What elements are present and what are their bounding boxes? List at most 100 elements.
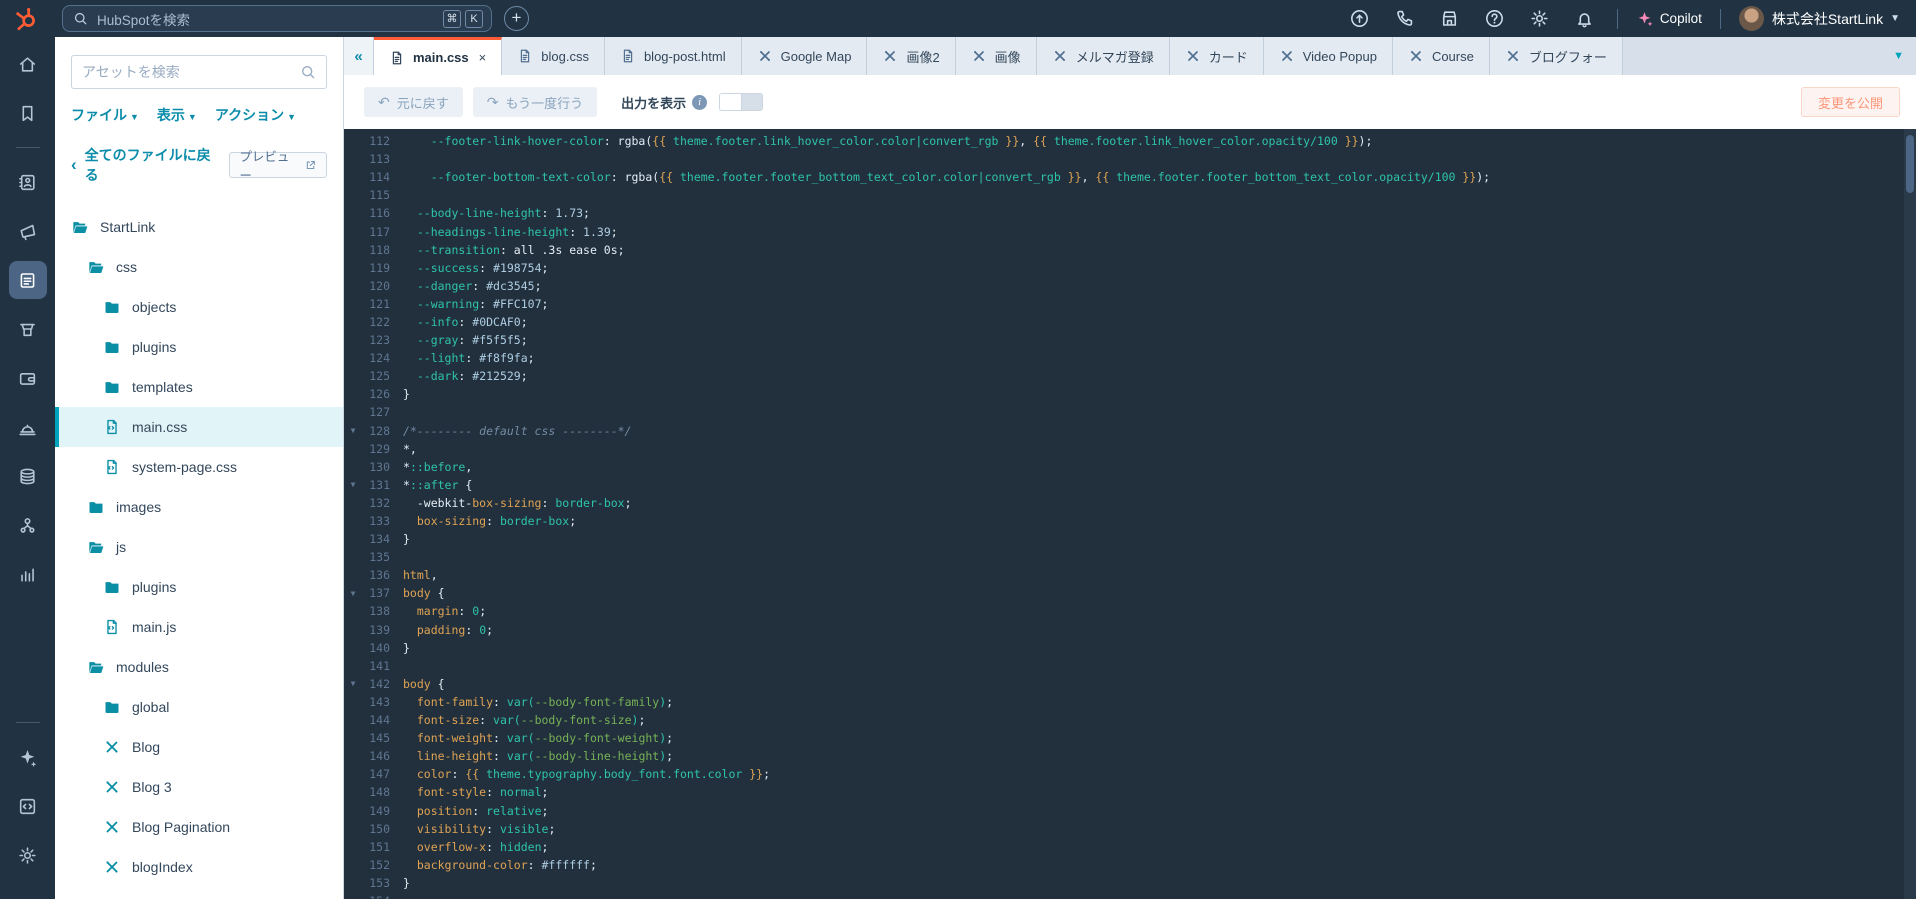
line-number: 153 [362, 876, 390, 890]
collapse-sidebar-button[interactable]: « [344, 37, 374, 75]
line-number: 132 [362, 496, 390, 510]
tree-item-js[interactable]: js [55, 527, 343, 567]
automation-nav-icon[interactable] [9, 506, 47, 544]
tab-画像2[interactable]: 画像2 [867, 37, 955, 75]
settings-icon[interactable] [1529, 8, 1550, 29]
code-line-145: 145 font-weight: var(--body-font-weight)… [344, 729, 1916, 747]
fold-toggle-icon[interactable]: ▼ [344, 589, 362, 598]
tree-item-plugins[interactable]: plugins [55, 567, 343, 607]
tab-blog-post.html[interactable]: blog-post.html [605, 37, 742, 75]
show-output-toggle[interactable] [719, 93, 763, 111]
tab-blog.css[interactable]: blog.css [502, 37, 605, 75]
menu-view[interactable]: 表示▼ [157, 105, 197, 125]
menu-file[interactable]: ファイル▼ [71, 105, 139, 125]
tab-Course[interactable]: Course [1393, 37, 1490, 75]
tab-カード[interactable]: カード [1170, 37, 1264, 75]
tab-ブログフォー[interactable]: ブログフォー [1490, 37, 1623, 75]
close-tab-icon[interactable]: × [479, 50, 487, 65]
asset-search-input[interactable]: アセットを検索 [71, 55, 327, 89]
line-number: 138 [362, 604, 390, 618]
tab-overflow-caret-icon[interactable]: ▼ [1881, 50, 1916, 62]
info-icon[interactable]: i [692, 95, 707, 110]
tree-item-blogIndex[interactable]: blogIndex [55, 847, 343, 887]
tab-Video Popup[interactable]: Video Popup [1264, 37, 1393, 75]
undo-button[interactable]: ↶ 元に戻す [364, 87, 463, 117]
tree-item-Brand Logo[interactable]: Brand Logo [55, 887, 343, 899]
create-button[interactable]: + [504, 6, 529, 31]
line-number: 145 [362, 731, 390, 745]
account-menu[interactable]: 株式会社StartLink ▼ [1739, 6, 1900, 31]
global-search-input[interactable]: HubSpotを検索 ⌘ K [62, 5, 492, 32]
tree-item-Blog[interactable]: Blog [55, 727, 343, 767]
code-lines: 112 --footer-link-hover-color: rgba({{ t… [344, 132, 1916, 899]
service-nav-icon[interactable] [9, 408, 47, 446]
tab-Google Map[interactable]: Google Map [742, 37, 868, 75]
folder-icon [103, 698, 121, 716]
folder-open-icon [87, 538, 105, 556]
module-icon [103, 738, 121, 756]
preview-button[interactable]: プレビュー [229, 152, 327, 178]
content-nav-icon[interactable] [9, 261, 47, 299]
ai-nav-icon[interactable] [9, 738, 47, 776]
gear-nav-icon[interactable] [9, 836, 47, 874]
back-to-all-files-link[interactable]: 全てのファイルに戻る [85, 145, 222, 185]
development-nav-icon[interactable] [9, 787, 47, 825]
tab-メルマガ登録[interactable]: メルマガ登録 [1037, 37, 1170, 75]
fold-toggle-icon[interactable]: ▼ [344, 480, 362, 489]
tree-item-StartLink[interactable]: StartLink [55, 207, 343, 247]
tree-item-css[interactable]: css [55, 247, 343, 287]
code-line-147: 147 color: {{ theme.typography.body_font… [344, 765, 1916, 783]
code-text: /*-------- default css --------*/ [403, 424, 631, 438]
line-number: 143 [362, 695, 390, 709]
copilot-button[interactable]: Copilot [1636, 10, 1702, 27]
tree-item-main.css[interactable]: main.css [55, 407, 343, 447]
hubspot-logo-icon[interactable] [14, 6, 40, 32]
calling-icon[interactable] [1394, 8, 1415, 29]
tab-画像[interactable]: 画像 [956, 37, 1037, 75]
fold-toggle-icon[interactable]: ▼ [344, 426, 362, 435]
tree-item-label: templates [132, 379, 193, 395]
publish-changes-button[interactable]: 変更を公開 [1801, 87, 1900, 117]
topbar: HubSpotを検索 ⌘ K + Copilot [0, 0, 1916, 37]
line-number: 148 [362, 785, 390, 799]
tab-main.css[interactable]: main.css× [374, 37, 502, 75]
code-line-132: 132 -webkit-box-sizing: border-box; [344, 494, 1916, 512]
line-number: 125 [362, 369, 390, 383]
contacts-nav-icon[interactable] [9, 163, 47, 201]
reporting-nav-icon[interactable] [9, 555, 47, 593]
tree-item-system-page.css[interactable]: system-page.css [55, 447, 343, 487]
tree-item-global[interactable]: global [55, 687, 343, 727]
tree-item-label: Blog Pagination [132, 819, 230, 835]
marketing-nav-icon[interactable] [9, 212, 47, 250]
code-text: body { [403, 677, 445, 691]
help-icon[interactable] [1484, 8, 1505, 29]
chevron-down-icon: ▼ [188, 112, 197, 122]
tree-item-main.js[interactable]: main.js [55, 607, 343, 647]
code-line-143: 143 font-family: var(--body-font-family)… [344, 693, 1916, 711]
tree-item-Blog 3[interactable]: Blog 3 [55, 767, 343, 807]
tree-item-Blog Pagination[interactable]: Blog Pagination [55, 807, 343, 847]
code-text: font-size: var(--body-font-size); [403, 713, 645, 727]
bookmark-nav-icon[interactable] [9, 94, 47, 132]
code-editor[interactable]: 112 --footer-link-hover-color: rgba({{ t… [344, 129, 1916, 899]
fold-toggle-icon[interactable]: ▼ [344, 679, 362, 688]
tree-item-images[interactable]: images [55, 487, 343, 527]
editor-scrollbar-thumb[interactable] [1906, 135, 1914, 193]
home-nav-icon[interactable] [9, 45, 47, 83]
topbar-divider [1617, 9, 1618, 29]
tree-item-objects[interactable]: objects [55, 287, 343, 327]
commerce-nav-icon[interactable] [9, 310, 47, 348]
redo-button[interactable]: ↷ もう一度行う [473, 87, 597, 117]
notifications-icon[interactable] [1574, 8, 1595, 29]
tree-item-plugins[interactable]: plugins [55, 327, 343, 367]
redo-icon: ↷ [487, 94, 499, 111]
tree-item-modules[interactable]: modules [55, 647, 343, 687]
menu-actions[interactable]: アクション▼ [215, 105, 296, 125]
tree-item-templates[interactable]: templates [55, 367, 343, 407]
payments-nav-icon[interactable] [9, 359, 47, 397]
code-line-130: 130*::before, [344, 458, 1916, 476]
data-nav-icon[interactable] [9, 457, 47, 495]
launch-icon[interactable] [1349, 8, 1370, 29]
marketplace-icon[interactable] [1439, 8, 1460, 29]
code-line-126: 126} [344, 385, 1916, 403]
